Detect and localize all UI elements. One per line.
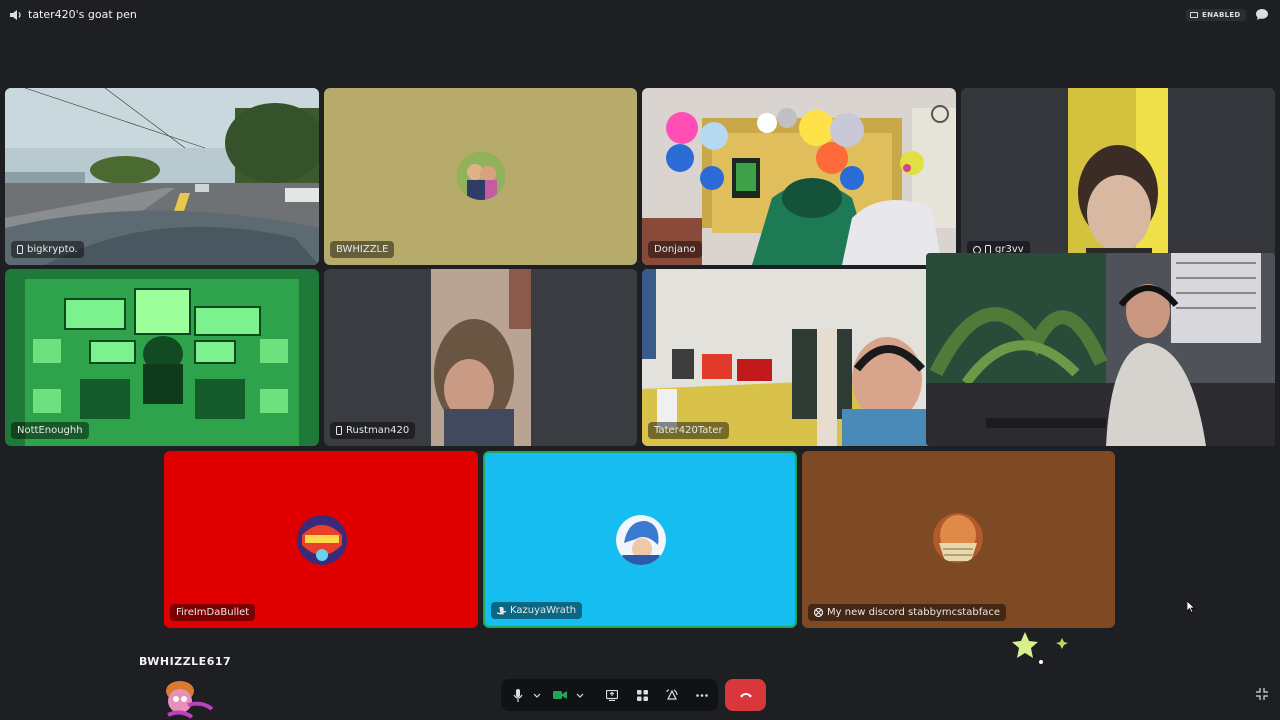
speaker-icon xyxy=(10,10,21,20)
more-icon xyxy=(696,693,708,697)
microphone-options-button[interactable] xyxy=(530,679,544,711)
chevron-down-icon xyxy=(576,693,584,698)
participant-name: NottEnoughh xyxy=(11,422,89,439)
channel-name: tater420's goat pen xyxy=(28,8,137,21)
avatar xyxy=(933,513,983,563)
participant-name: My new discord stabbymcstabface xyxy=(808,604,1007,621)
participant-name: KazuyaWrath xyxy=(491,602,583,619)
hangup-icon xyxy=(739,693,752,698)
video-tile-fireimdabullet[interactable]: FireImDaBullet xyxy=(164,451,478,628)
video-feed-road xyxy=(5,88,319,265)
soundboard-button[interactable] xyxy=(661,679,683,711)
video-tile-tater[interactable]: Tater420Tater xyxy=(642,269,956,446)
xbox-icon xyxy=(814,608,823,617)
chat-icon[interactable] xyxy=(1255,8,1269,21)
avatar xyxy=(457,152,505,200)
soundboard-icon xyxy=(666,689,678,700)
video-tile-gr3vv[interactable]: gr3vv xyxy=(961,88,1275,265)
header-bar: tater420's goat pen ENABLED xyxy=(0,0,1280,30)
activity-artwork xyxy=(5,269,319,446)
participant-name: Donjano xyxy=(648,241,702,258)
activities-button[interactable] xyxy=(631,679,653,711)
video-feed-tater xyxy=(642,269,956,446)
participant-name-text: Rustman420 xyxy=(346,425,410,436)
call-controls xyxy=(501,679,718,711)
video-tile-kazuyawrath[interactable]: KazuyaWrath xyxy=(483,451,797,628)
self-video-preview[interactable] xyxy=(926,253,1275,446)
mobile-icon xyxy=(336,426,342,435)
screen-share-button[interactable] xyxy=(601,679,623,711)
stream-status-label: ENABLED xyxy=(1202,11,1241,19)
video-tile-stabby[interactable]: My new discord stabbymcstabface xyxy=(802,451,1115,628)
screen-share-icon xyxy=(606,689,618,701)
video-tile-donjano[interactable]: Donjano xyxy=(642,88,956,265)
video-tile-bwhizzle[interactable]: BWHIZZLE xyxy=(324,88,637,265)
avatar xyxy=(297,515,347,565)
camera-icon xyxy=(553,691,567,699)
fullscreen-icon[interactable] xyxy=(1256,688,1268,700)
video-tile-nottenough[interactable]: NottEnoughh xyxy=(5,269,319,446)
camera-options-button[interactable] xyxy=(573,679,587,711)
video-feed-party-room xyxy=(642,88,956,265)
avatar xyxy=(616,515,666,565)
microphone-icon xyxy=(513,688,523,702)
participant-name-text: bigkrypto. xyxy=(27,244,78,255)
chevron-down-icon xyxy=(533,693,541,698)
video-tile-bigkrypto[interactable]: bigkrypto. xyxy=(5,88,319,265)
more-options-button[interactable] xyxy=(691,679,713,711)
camera-button[interactable] xyxy=(549,679,571,711)
mobile-icon xyxy=(17,245,23,254)
microphone-button[interactable] xyxy=(507,679,529,711)
participant-name: Tater420Tater xyxy=(648,422,729,439)
video-feed-self xyxy=(926,253,1275,446)
screen-icon xyxy=(1190,12,1198,18)
participant-name: bigkrypto. xyxy=(11,241,84,258)
stream-status-badge[interactable]: ENABLED xyxy=(1186,9,1246,21)
mouse-cursor-icon xyxy=(1187,601,1195,613)
current-user-name: BWHIZZLE617 xyxy=(139,655,232,668)
current-user-avatar[interactable] xyxy=(162,679,216,719)
sparkle-icon xyxy=(1012,632,1068,664)
participant-name: FireImDaBullet xyxy=(170,604,256,621)
participant-name: BWHIZZLE xyxy=(330,241,395,258)
participant-name-text: KazuyaWrath xyxy=(510,605,577,616)
participant-name: Rustman420 xyxy=(330,422,416,439)
activities-icon xyxy=(636,689,648,701)
disconnect-button[interactable] xyxy=(725,679,766,711)
video-feed-rustman xyxy=(324,269,637,446)
video-tile-rustman[interactable]: Rustman420 xyxy=(324,269,637,446)
playstation-icon xyxy=(497,606,506,615)
participant-name-text: My new discord stabbymcstabface xyxy=(827,607,1001,618)
video-feed-gr3vv xyxy=(961,88,1275,265)
